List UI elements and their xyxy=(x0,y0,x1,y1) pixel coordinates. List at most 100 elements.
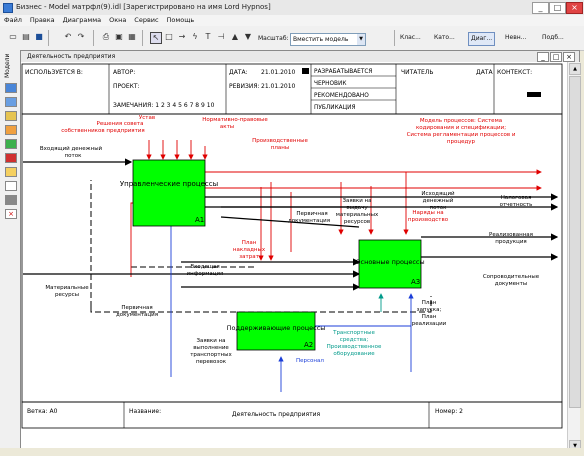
label-plan-zapusk3: План xyxy=(422,314,437,320)
app-icon xyxy=(3,3,13,13)
menu-service[interactable]: Сервис xyxy=(134,15,158,26)
model-tree-icon[interactable] xyxy=(5,83,17,93)
toolbar-separator xyxy=(394,30,395,46)
text-icon[interactable]: T xyxy=(203,32,213,42)
label-vhod2: поток xyxy=(65,153,83,159)
open-icon[interactable]: ▤ xyxy=(21,32,31,42)
header-used-in: ИСПОЛЬЗУЕТСЯ В: xyxy=(25,69,83,76)
label-ishod2: денежный xyxy=(423,197,454,204)
header-project: ПРОЕКТ: xyxy=(113,83,140,90)
label-zayavki-transport4: перевозок xyxy=(196,359,227,365)
delete-icon[interactable]: × xyxy=(5,209,17,219)
left-tool-panel: Модели × xyxy=(0,50,21,456)
label-mat-res1: Материальные xyxy=(45,285,89,291)
tab-catalog[interactable]: Като... xyxy=(432,32,457,44)
new-icon[interactable]: ▭ xyxy=(8,32,18,42)
footer-name-label: Название: xyxy=(129,408,161,415)
maximize-button[interactable]: □ xyxy=(549,2,566,14)
box-core-num: A3 xyxy=(411,278,420,286)
label-mat-res2: ресурсы xyxy=(55,292,79,298)
minimize-button[interactable]: _ xyxy=(532,2,549,14)
report-icon[interactable]: ▦ xyxy=(127,32,137,42)
triangle-up-icon[interactable]: ▲ xyxy=(230,32,240,42)
folder-icon[interactable] xyxy=(5,111,17,121)
menu-help[interactable]: Помощь xyxy=(167,15,195,26)
print-icon[interactable]: ⎙ xyxy=(101,32,111,42)
label-nalog1: Налоговая xyxy=(501,195,532,201)
label-transport3: Производственное xyxy=(327,344,382,350)
activity-icon[interactable] xyxy=(5,125,17,135)
zoom-select[interactable]: Вместить модель ▼ xyxy=(290,33,366,46)
menu-file[interactable]: Файл xyxy=(4,15,22,26)
label-transport2: средства; xyxy=(340,337,369,343)
label-proizv1: Производственные xyxy=(252,138,308,144)
label-plan-zapusk1: План xyxy=(422,300,437,306)
offpage-icon[interactable]: ⊣ xyxy=(216,32,226,42)
toolbar: ▭ ▤ ■ ↶ ↷ ⎙ ▣ ▦ ↖ □ → ϟ T ⊣ ▲ ▼ Масштаб:… xyxy=(0,26,584,51)
vertical-scrollbar[interactable]: ▲ ▼ xyxy=(567,62,581,453)
label-soprovod1: Сопроводительные xyxy=(483,274,540,280)
note-icon[interactable] xyxy=(5,167,17,177)
header-reader-date: ДАТА xyxy=(476,69,493,76)
close-button[interactable]: × xyxy=(566,2,583,14)
diagram-canvas[interactable]: ИСПОЛЬЗУЕТСЯ В: АВТОР: ПРОЕКТ: ЗАМЕЧАНИЯ… xyxy=(21,62,567,453)
label-reshenia: Решения совета xyxy=(97,121,144,127)
preview-icon[interactable]: ▣ xyxy=(114,32,124,42)
label-nalog2: отчетность xyxy=(500,202,533,208)
add-icon[interactable] xyxy=(5,139,17,149)
label-plan-zapusk2: запуска; xyxy=(417,307,442,313)
undo-icon[interactable]: ↶ xyxy=(63,32,73,42)
label-zayavki-transport1: Заявки на xyxy=(196,338,225,344)
label-realiz2: продукция xyxy=(495,239,526,245)
label-model2: кодирования и спецификации; xyxy=(416,125,506,131)
label-pervich-doc1: Первичная xyxy=(296,211,327,217)
save-icon[interactable]: ■ xyxy=(34,32,44,42)
triangle-down-icon[interactable]: ▼ xyxy=(243,32,253,42)
toolbar-separator xyxy=(48,30,49,46)
scroll-thumb[interactable] xyxy=(569,76,581,408)
label-personal: Персонал xyxy=(296,358,324,364)
label-zayavki-transport2: выполнение xyxy=(193,345,229,351)
diagram-tree-icon[interactable] xyxy=(5,97,17,107)
menu-edit[interactable]: Правка xyxy=(30,15,55,26)
box-icon[interactable]: □ xyxy=(164,32,174,42)
doc-minimize-button[interactable]: _ xyxy=(537,52,549,62)
label-perv-doc-bottom2: документация xyxy=(116,312,158,318)
models-panel-label: Модели xyxy=(4,53,11,78)
list-icon[interactable] xyxy=(5,195,17,205)
label-plan-zapusk4: реализации xyxy=(412,321,447,327)
squiggle-icon[interactable]: ϟ xyxy=(190,32,200,42)
menu-bar: Файл Правка Диаграмма Окна Сервис Помощь xyxy=(0,15,584,26)
tab-classes[interactable]: Клас... xyxy=(398,32,423,44)
header-revision-value: 21.01.2010 xyxy=(261,83,296,90)
label-normativnye1: Нормативно-правовые xyxy=(202,117,268,123)
box-management-num: A1 xyxy=(195,216,204,224)
window-title: Бизнес - Model матрфл(9).idl [Зарегистри… xyxy=(16,3,271,11)
pointer-icon[interactable]: ↖ xyxy=(150,32,162,44)
header-notes: ЗАМЕЧАНИЯ: 1 2 3 4 5 6 7 8 9 10 xyxy=(113,102,215,109)
label-plan-zatrat2: накладных xyxy=(233,247,266,253)
menu-diagram[interactable]: Диаграмма xyxy=(63,15,102,26)
chevron-down-icon: ▼ xyxy=(357,34,365,45)
tab-selection[interactable]: Подб... xyxy=(540,32,566,44)
doc-restore-button[interactable]: □ xyxy=(550,52,562,62)
tab-diagram[interactable]: Диаг... xyxy=(468,32,496,46)
menu-windows[interactable]: Окна xyxy=(109,15,126,26)
arrow-icon[interactable]: → xyxy=(177,32,187,42)
label-model1: Модель процессов: Система xyxy=(420,118,502,124)
label-pervich-doc2: документация xyxy=(288,218,330,224)
scroll-up-icon[interactable]: ▲ xyxy=(569,63,581,75)
remove-icon[interactable] xyxy=(5,153,17,163)
label-ishod3: поток xyxy=(430,205,448,211)
redo-icon[interactable]: ↷ xyxy=(76,32,86,42)
status-draft: ЧЕРНОВИК xyxy=(314,81,346,87)
label-vhod1: Входящий денежный xyxy=(40,145,103,152)
label-transport1: Транспортные xyxy=(332,330,375,336)
toolbar-separator xyxy=(142,30,143,46)
doc-close-button[interactable]: × xyxy=(563,52,575,62)
page-icon[interactable] xyxy=(5,181,17,191)
label-model3: Система регламентации процессов и xyxy=(407,132,516,138)
tab-unused[interactable]: Невн... xyxy=(503,32,528,44)
header-author: АВТОР: xyxy=(113,69,135,76)
label-plan-zatrat3: затрат xyxy=(239,254,259,260)
